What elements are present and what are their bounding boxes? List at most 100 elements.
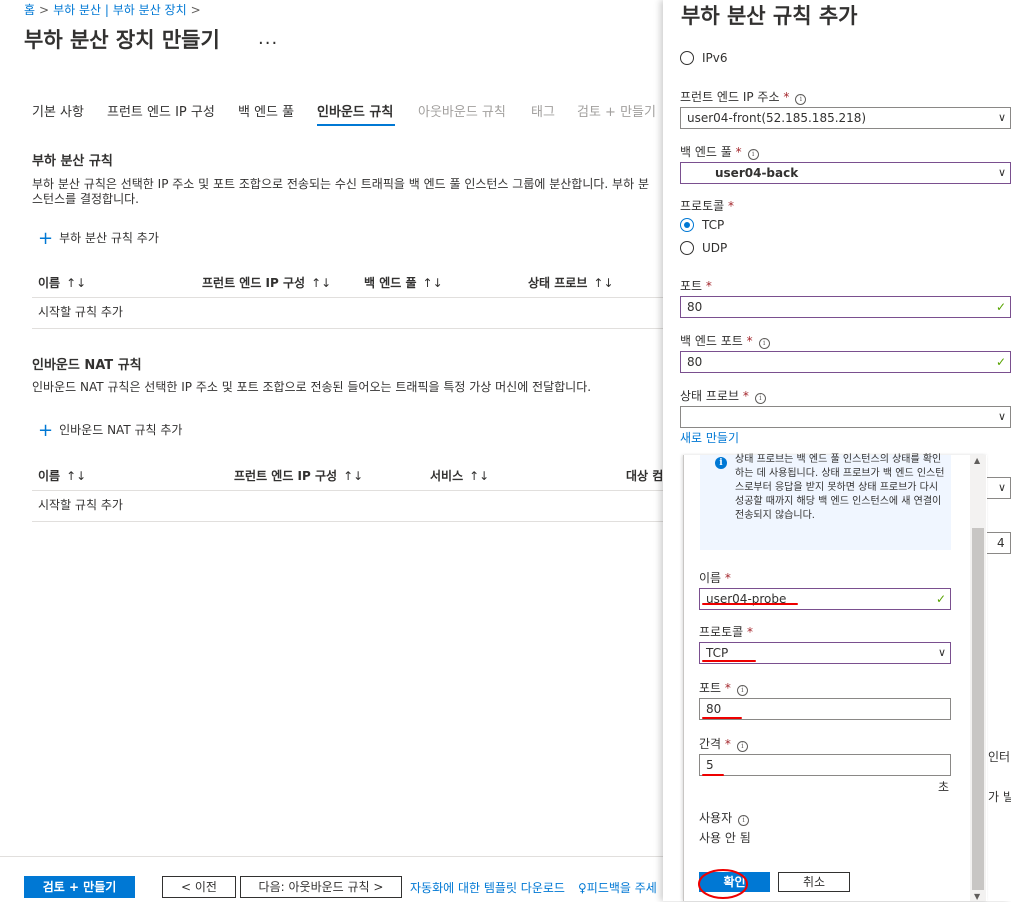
breadcrumb-home[interactable]: 홈	[24, 3, 35, 17]
chevron-down-icon: ∨	[997, 111, 1006, 124]
interval-unit: 초	[938, 780, 950, 794]
scroll-down-icon[interactable]: ▼	[974, 892, 980, 901]
table-divider	[32, 521, 663, 522]
hidden-select[interactable]: ∨	[986, 477, 1011, 499]
column-header-frontend-ip[interactable]: 프런트 엔드 IP 구성 ↑↓	[202, 274, 331, 291]
info-icon[interactable]: i	[758, 338, 770, 349]
download-template-link[interactable]: 자동화에 대한 템플릿 다운로드	[410, 879, 565, 896]
info-icon[interactable]: i	[738, 815, 750, 826]
column-header-backend-pool[interactable]: 백 엔드 풀 ↑↓	[364, 274, 443, 291]
annotation-underline	[702, 603, 798, 605]
udp-radio[interactable]: UDP	[680, 241, 727, 255]
annotation-underline	[702, 660, 756, 662]
sort-icon: ↑↓	[593, 276, 614, 290]
frontend-ip-select[interactable]: user04-front(52.185.185.218) ∨	[680, 107, 1011, 129]
scroll-up-icon[interactable]: ▲	[974, 456, 980, 465]
sort-icon: ↑↓	[311, 276, 332, 290]
sort-icon: ↑↓	[422, 276, 443, 290]
plus-icon: +	[38, 228, 54, 249]
checkmark-icon: ✓	[935, 592, 946, 606]
tab-basics[interactable]: 기본 사항	[32, 101, 84, 120]
lb-rules-description: 부하 분산 규칙은 선택한 IP 주소 및 포트 조합으로 전송되는 수신 트래…	[32, 177, 649, 206]
hidden-label: 가 빌	[988, 790, 1011, 804]
add-nat-rule-button[interactable]: + 인바운드 NAT 규칙 추가	[38, 420, 182, 441]
hidden-input[interactable]: 4	[986, 532, 1011, 554]
radio-selected-icon	[680, 218, 694, 232]
checkmark-icon: ✓	[995, 355, 1006, 369]
info-icon[interactable]: i	[736, 741, 748, 752]
review-create-button[interactable]: 검토 + 만들기	[24, 876, 135, 898]
table-divider	[32, 328, 663, 329]
table-divider	[32, 490, 663, 491]
panel-title: 부하 분산 규칙 추가	[681, 4, 858, 28]
sort-icon: ↑↓	[469, 469, 490, 483]
probe-name-label: 이름 *	[699, 571, 731, 585]
table-empty-row: 시작할 규칙 추가	[38, 305, 123, 319]
info-icon[interactable]: i	[736, 685, 748, 696]
port-label: 포트 *	[680, 279, 712, 293]
cancel-button[interactable]: 취소	[778, 872, 850, 892]
sort-icon: ↑↓	[343, 469, 364, 483]
create-new-probe-link[interactable]: 새로 만들기	[680, 429, 739, 446]
backend-port-input[interactable]: 80 ✓	[680, 351, 1011, 373]
port-input[interactable]: 80 ✓	[680, 296, 1011, 318]
probe-interval-input[interactable]: 5	[699, 754, 951, 776]
protocol-label: 프로토콜 *	[680, 199, 734, 213]
probe-info-text: 상태 프로브는 백 엔드 풀 인스턴스의 상태를 확인하는 데 사용됩니다. 상…	[735, 454, 945, 521]
feedback-link[interactable]: ♀피드백을 주세	[578, 879, 657, 896]
previous-button[interactable]: < 이전	[162, 876, 236, 898]
radio-icon	[680, 241, 694, 255]
probe-user-value: 사용 안 됨	[699, 831, 751, 845]
add-lb-rule-button[interactable]: + 부하 분산 규칙 추가	[38, 228, 159, 249]
more-options-button[interactable]: ...	[258, 28, 278, 49]
radio-icon	[680, 51, 694, 65]
breadcrumb-separator-icon: >	[190, 3, 201, 17]
probe-info-box: i 상태 프로브는 백 엔드 풀 인스턴스의 상태를 확인하는 데 사용됩니다.…	[700, 454, 951, 550]
column-header-service[interactable]: 서비스 ↑↓	[430, 467, 489, 484]
annotation-circle	[698, 869, 748, 899]
tab-tags[interactable]: 태그	[531, 101, 555, 120]
chevron-down-icon: ∨	[997, 410, 1006, 423]
probe-user-label: 사용자 i	[699, 809, 750, 826]
annotation-underline	[702, 774, 724, 776]
active-tab-indicator	[317, 124, 395, 126]
column-header-frontend-ip[interactable]: 프런트 엔드 IP 구성 ↑↓	[234, 467, 363, 484]
plus-icon: +	[38, 420, 54, 441]
tab-inbound-rules[interactable]: 인바운드 규칙	[317, 101, 393, 120]
sort-icon: ↑↓	[66, 469, 87, 483]
annotation-underline	[702, 717, 742, 719]
info-icon[interactable]: i	[754, 393, 766, 404]
column-header-target[interactable]: 대상 컴	[626, 467, 663, 484]
tab-outbound-rules[interactable]: 아웃바운드 규칙	[418, 101, 506, 120]
backend-port-label: 백 엔드 포트 * i	[680, 332, 770, 349]
column-header-name[interactable]: 이름 ↑↓	[38, 274, 86, 291]
backend-pool-label: 백 엔드 풀 * i	[680, 143, 759, 160]
nat-rules-description: 인바운드 NAT 규칙은 선택한 IP 주소 및 포트 조합으로 전송된 들어오…	[32, 380, 592, 394]
popup-scrollbar-thumb[interactable]	[972, 528, 984, 890]
chevron-down-icon: ∨	[937, 646, 946, 659]
next-outbound-button[interactable]: 다음: 아웃바운드 규칙 >	[240, 876, 402, 898]
tab-backend-pool[interactable]: 백 엔드 풀	[238, 101, 294, 120]
tcp-radio[interactable]: TCP	[680, 218, 724, 232]
health-probe-select[interactable]: ∨	[680, 406, 1011, 428]
probe-name-input[interactable]: user04-probe ✓	[699, 588, 951, 610]
backend-pool-select[interactable]: user04-back ∨	[680, 162, 1011, 184]
sort-icon: ↑↓	[66, 276, 87, 290]
feedback-icon: ♀	[578, 881, 587, 895]
info-icon[interactable]: i	[795, 94, 807, 105]
ipv6-radio[interactable]: IPv6	[680, 51, 728, 65]
tab-frontend-ip[interactable]: 프런트 엔드 IP 구성	[107, 101, 215, 120]
chevron-down-icon: ∨	[997, 481, 1006, 494]
tab-review-create[interactable]: 검토 + 만들기	[577, 101, 656, 120]
column-header-name[interactable]: 이름 ↑↓	[38, 467, 86, 484]
info-icon[interactable]: i	[747, 149, 759, 160]
lb-rules-title: 부하 분산 규칙	[32, 154, 113, 169]
nat-rules-title: 인바운드 NAT 규칙	[32, 358, 142, 373]
probe-protocol-label: 프로토콜 *	[699, 625, 753, 639]
probe-port-label: 포트 * i	[699, 679, 748, 696]
health-probe-label: 상태 프로브 * i	[680, 387, 766, 404]
breadcrumb-load-balancing[interactable]: 부하 분산 | 부하 분산 장치	[53, 3, 187, 17]
breadcrumb-separator-icon: >	[39, 3, 50, 17]
column-header-health-probe[interactable]: 상태 프로브 ↑↓	[528, 274, 614, 291]
info-filled-icon: i	[715, 457, 727, 469]
